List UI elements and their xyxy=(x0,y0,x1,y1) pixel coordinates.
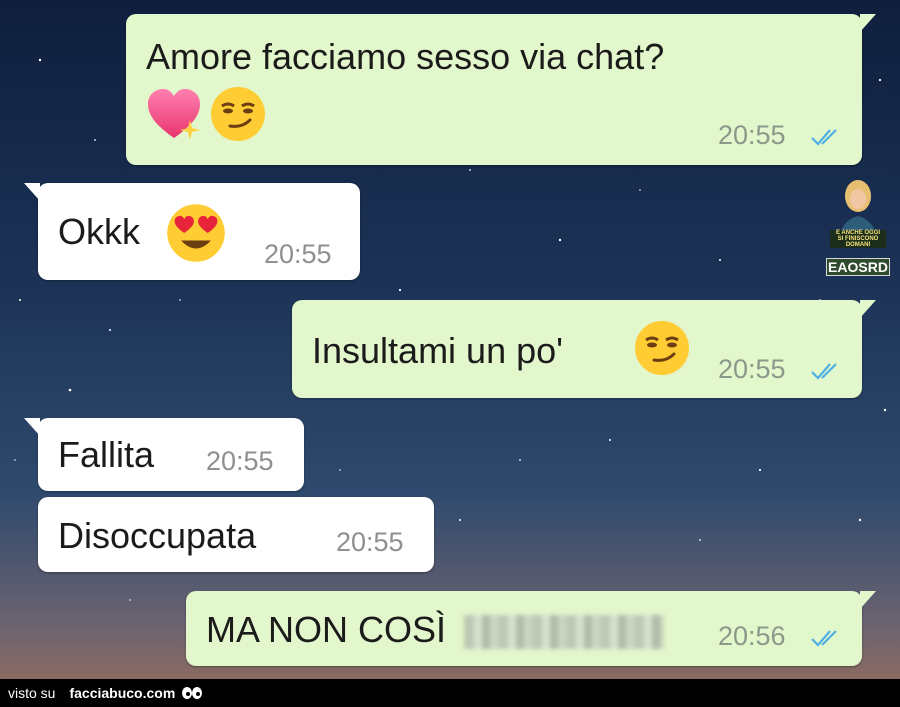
message-text: Disoccupata xyxy=(58,515,257,556)
message-text: Insultami un po' xyxy=(312,330,564,371)
message-text: MA NON COSÌ xyxy=(206,609,665,651)
message-bubble-outgoing[interactable]: Amore facciamo sesso via chat? 20:55 xyxy=(126,14,876,165)
smirking-face-icon xyxy=(635,321,689,375)
watermark-caption: E ANCHE OGGI SI FINISCONO DOMANI xyxy=(830,230,886,248)
watermark-badge: E ANCHE OGGI SI FINISCONO DOMANI EAOSRD xyxy=(826,176,890,280)
watermark-brand: EAOSRD xyxy=(826,258,890,276)
read-ticks-icon xyxy=(811,363,837,380)
message-bubble-outgoing[interactable]: MA NON COSÌ 20:56 xyxy=(186,591,876,666)
message-text: Okkk xyxy=(58,211,141,252)
bubble-tail xyxy=(860,14,876,32)
message-bubble-incoming[interactable]: Okkk 20:55 xyxy=(24,183,360,280)
message-time: 20:56 xyxy=(718,621,786,651)
message-time: 20:55 xyxy=(206,446,274,476)
eyes-icon xyxy=(182,687,203,699)
bubble-tail xyxy=(860,591,876,609)
read-ticks-icon xyxy=(811,630,837,647)
message-text: Fallita xyxy=(58,434,155,475)
smirking-face-icon xyxy=(211,87,266,141)
message-bubble-outgoing[interactable]: Insultami un po' 20:55 xyxy=(292,300,876,398)
message-time: 20:55 xyxy=(264,239,332,269)
bubble-tail xyxy=(24,418,40,436)
message-text: Amore facciamo sesso via chat? xyxy=(146,36,665,77)
heart-eyes-face-icon xyxy=(167,204,225,262)
redacted-word-blur xyxy=(464,615,665,650)
message-time: 20:55 xyxy=(718,354,786,384)
bubble-tail xyxy=(860,300,876,318)
footer-site-link[interactable]: facciabuco.com xyxy=(69,685,175,701)
message-time: 20:55 xyxy=(718,120,786,150)
message-text-visible: MA NON COSÌ xyxy=(206,609,447,650)
footer-prefix: visto su xyxy=(8,685,56,701)
bubble-tail xyxy=(24,183,40,201)
read-ticks-icon xyxy=(811,129,837,146)
site-footer: visto su facciabuco.com xyxy=(0,679,900,707)
message-bubble-incoming[interactable]: Fallita 20:55 xyxy=(24,418,304,491)
message-bubble-incoming[interactable]: Disoccupata 20:55 xyxy=(38,497,434,572)
message-emojis xyxy=(144,84,268,144)
message-time: 20:55 xyxy=(336,527,404,557)
sparkling-heart-icon xyxy=(148,89,200,140)
